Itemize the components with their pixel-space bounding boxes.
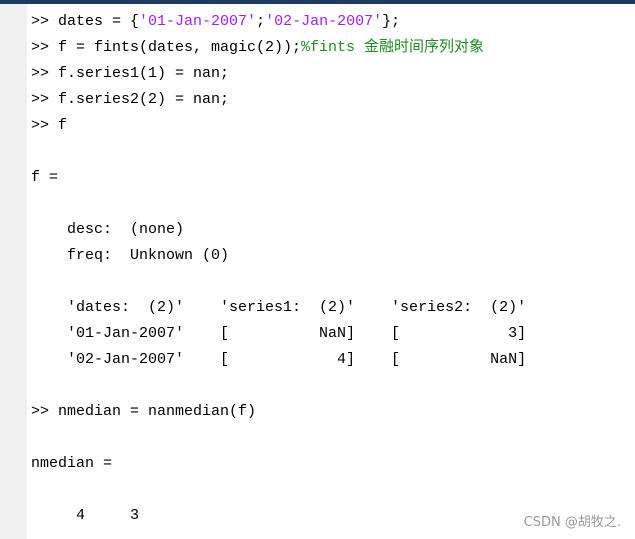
output-text: nmedian = [31, 455, 113, 472]
output-text: '01-Jan-2007' [ NaN] [ 3] [31, 325, 527, 342]
command-line: >> dates = {'01-Jan-2007';'02-Jan-2007'}… [31, 9, 635, 35]
code-text: >> f.series1(1) = nan; [31, 65, 230, 82]
output-text: freq: Unknown (0) [31, 247, 230, 264]
output-text: f = [31, 169, 59, 186]
output-line: '01-Jan-2007' [ NaN] [ 3] [31, 321, 635, 347]
output-line: f = [31, 165, 635, 191]
command-line: >> f = fints(dates, magic(2));%fints 金融时… [31, 35, 635, 61]
string-literal: '02-Jan-2007' [265, 13, 383, 30]
output-line: desc: (none) [31, 217, 635, 243]
code-text: >> nmedian = nanmedian(f) [31, 403, 257, 420]
output-text: '02-Jan-2007' [ 4] [ NaN] [31, 351, 527, 368]
code-text: }; [382, 13, 401, 30]
output-text: 4 3 [31, 507, 140, 524]
code-text: ; [256, 13, 266, 30]
output-line: '02-Jan-2007' [ 4] [ NaN] [31, 347, 635, 373]
watermark: CSDN @胡牧之. [523, 515, 621, 530]
string-literal: '01-Jan-2007' [139, 13, 257, 30]
command-window[interactable]: >> dates = {'01-Jan-2007';'02-Jan-2007'}… [31, 9, 635, 529]
code-text: >> f.series2(2) = nan; [31, 91, 230, 108]
command-window-gutter [0, 4, 27, 539]
code-text: >> f [31, 117, 68, 134]
code-comment: %fints 金融时间序列对象 [301, 39, 485, 56]
command-line: >> f.series1(1) = nan; [31, 61, 635, 87]
code-text: >> f = fints(dates, magic(2)); [31, 39, 302, 56]
output-line: nmedian = [31, 451, 635, 477]
code-text: >> dates = { [31, 13, 140, 30]
command-line: >> nmedian = nanmedian(f) [31, 399, 635, 425]
window-title-bar [0, 0, 635, 4]
output-line: freq: Unknown (0) [31, 243, 635, 269]
output-text: desc: (none) [31, 221, 185, 238]
output-text: 'dates: (2)' 'series1: (2)' 'series2: (2… [31, 299, 527, 316]
command-line: >> f [31, 113, 635, 139]
output-line: 'dates: (2)' 'series1: (2)' 'series2: (2… [31, 295, 635, 321]
command-line: >> f.series2(2) = nan; [31, 87, 635, 113]
